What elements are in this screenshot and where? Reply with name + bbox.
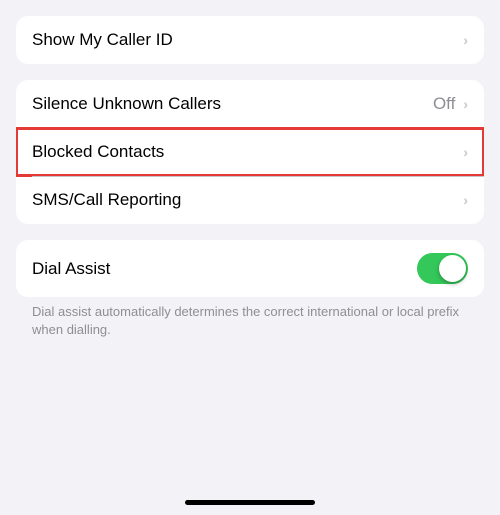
dial-assist-group: Dial Assist: [16, 240, 484, 297]
show-caller-id-label: Show My Caller ID: [32, 30, 173, 50]
silence-unknown-label: Silence Unknown Callers: [32, 94, 221, 114]
caller-id-group: Show My Caller ID ›: [16, 16, 484, 64]
dial-assist-description: Dial assist automatically determines the…: [0, 297, 500, 343]
chevron-icon: ›: [463, 96, 468, 112]
settings-container: Show My Caller ID › Silence Unknown Call…: [0, 0, 500, 359]
home-bar: [185, 500, 315, 505]
chevron-icon: ›: [463, 144, 468, 160]
blocked-contacts-label: Blocked Contacts: [32, 142, 164, 162]
silence-unknown-value: Off: [433, 94, 455, 114]
dial-assist-section: Dial Assist Dial assist automatically de…: [0, 240, 500, 343]
silence-unknown-row[interactable]: Silence Unknown Callers Off ›: [16, 80, 484, 128]
home-indicator: [0, 492, 500, 509]
callers-group: Silence Unknown Callers Off › Blocked Co…: [16, 80, 484, 224]
chevron-icon: ›: [463, 32, 468, 48]
dial-assist-toggle[interactable]: [417, 253, 468, 284]
toggle-knob: [439, 255, 466, 282]
sms-call-reporting-row[interactable]: SMS/Call Reporting ›: [16, 176, 484, 224]
dial-assist-label: Dial Assist: [32, 259, 110, 279]
sms-call-reporting-label: SMS/Call Reporting: [32, 190, 181, 210]
dial-assist-row[interactable]: Dial Assist: [16, 240, 484, 297]
show-caller-id-row[interactable]: Show My Caller ID ›: [16, 16, 484, 64]
blocked-contacts-row[interactable]: Blocked Contacts ›: [16, 128, 484, 176]
chevron-icon: ›: [463, 192, 468, 208]
